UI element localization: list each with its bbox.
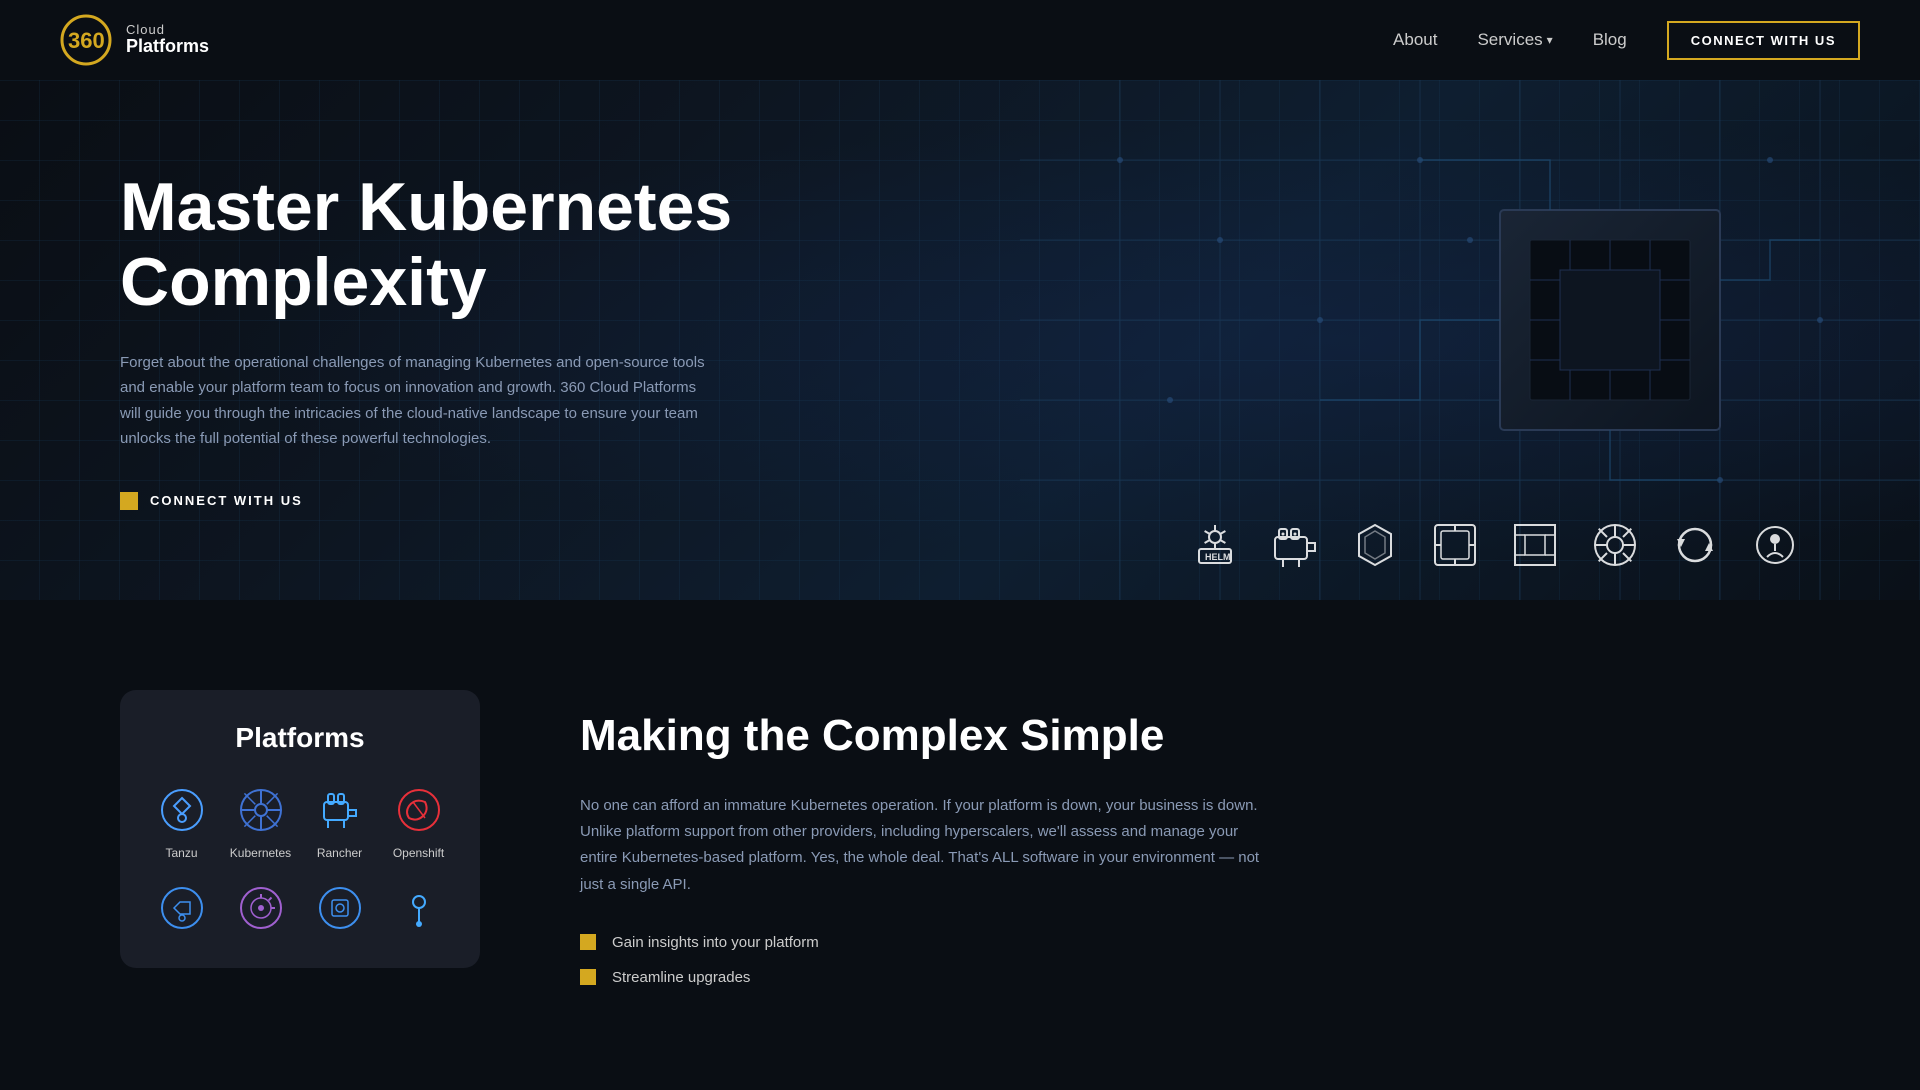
feature-2: Streamline upgrades	[580, 969, 1800, 986]
sync-icon	[1670, 520, 1720, 570]
kubernetes-icon-wrap	[233, 782, 289, 838]
logo[interactable]: 360 Cloud Platforms	[60, 14, 209, 66]
policy-icon	[1350, 520, 1400, 570]
rancher-label: Rancher	[317, 846, 362, 860]
chevron-down-icon: ▾	[1547, 33, 1553, 47]
kubernetes-label: Kubernetes	[230, 846, 291, 860]
opa-icon	[1270, 520, 1320, 570]
logo-text: Cloud Platforms	[126, 23, 209, 57]
second-section: Platforms Tanzu	[0, 610, 1920, 1090]
nav-services[interactable]: Services ▾	[1477, 30, 1552, 50]
section2-body: No one can afford an immature Kubernetes…	[580, 793, 1260, 898]
rancher-icon-wrap	[312, 782, 368, 838]
argo-icon	[1750, 520, 1800, 570]
platform-8[interactable]	[385, 880, 452, 944]
main-nav: About Services ▾ Blog CONNECT WITH US	[1393, 21, 1860, 60]
tanzu-label: Tanzu	[165, 846, 197, 860]
platform-7[interactable]	[306, 880, 373, 944]
kubernetes-wheel-icon	[1590, 520, 1640, 570]
features-list: Gain insights into your platform Streaml…	[580, 934, 1800, 986]
svg-text:360: 360	[68, 28, 105, 53]
360-logo-icon: 360	[60, 14, 112, 66]
tanzu-icon-wrap	[154, 782, 210, 838]
helm-icon: HELM	[1190, 520, 1240, 570]
p5-icon-wrap	[154, 880, 210, 936]
aws-icon	[1510, 520, 1560, 570]
header-connect-button[interactable]: CONNECT WITH US	[1667, 21, 1860, 60]
hero-cta-button[interactable]: CONNECT WITH US	[120, 492, 820, 510]
platform-rancher[interactable]: Rancher	[306, 782, 373, 860]
vault-icon	[1430, 520, 1480, 570]
nav-about[interactable]: About	[1393, 30, 1437, 50]
p8-icon-wrap	[391, 880, 447, 936]
hero-content: Master Kubernetes Complexity Forget abou…	[120, 170, 820, 510]
platform-tanzu[interactable]: Tanzu	[148, 782, 215, 860]
logo-platforms-label: Platforms	[126, 37, 209, 57]
section2-title: Making the Complex Simple	[580, 710, 1800, 763]
hero-title: Master Kubernetes Complexity	[120, 170, 820, 320]
platforms-card: Platforms Tanzu	[120, 690, 480, 968]
cta-label: CONNECT WITH US	[150, 493, 303, 508]
feature-2-icon	[580, 969, 596, 985]
platforms-card-title: Platforms	[148, 722, 452, 754]
platform-6[interactable]	[227, 880, 294, 944]
hero-subtitle: Forget about the operational challenges …	[120, 350, 720, 452]
feature-2-text: Streamline upgrades	[612, 969, 750, 986]
openshift-label: Openshift	[393, 846, 444, 860]
tool-icons-row: HELM	[0, 520, 1920, 610]
openshift-icon-wrap	[391, 782, 447, 838]
p6-icon-wrap	[233, 880, 289, 936]
feature-1-text: Gain insights into your platform	[612, 934, 819, 951]
platform-kubernetes[interactable]: Kubernetes	[227, 782, 294, 860]
p7-icon-wrap	[312, 880, 368, 936]
platform-openshift[interactable]: Openshift	[385, 782, 452, 860]
feature-1-icon	[580, 934, 596, 950]
header: 360 Cloud Platforms About Services ▾ Blo…	[0, 0, 1920, 80]
nav-blog[interactable]: Blog	[1593, 30, 1627, 50]
right-content: Making the Complex Simple No one can aff…	[580, 690, 1800, 1004]
platforms-grid: Tanzu K	[148, 782, 452, 944]
feature-1: Gain insights into your platform	[580, 934, 1800, 951]
svg-text:HELM: HELM	[1205, 552, 1231, 562]
cta-square-icon	[120, 492, 138, 510]
platform-5[interactable]	[148, 880, 215, 944]
logo-cloud-label: Cloud	[126, 23, 209, 37]
